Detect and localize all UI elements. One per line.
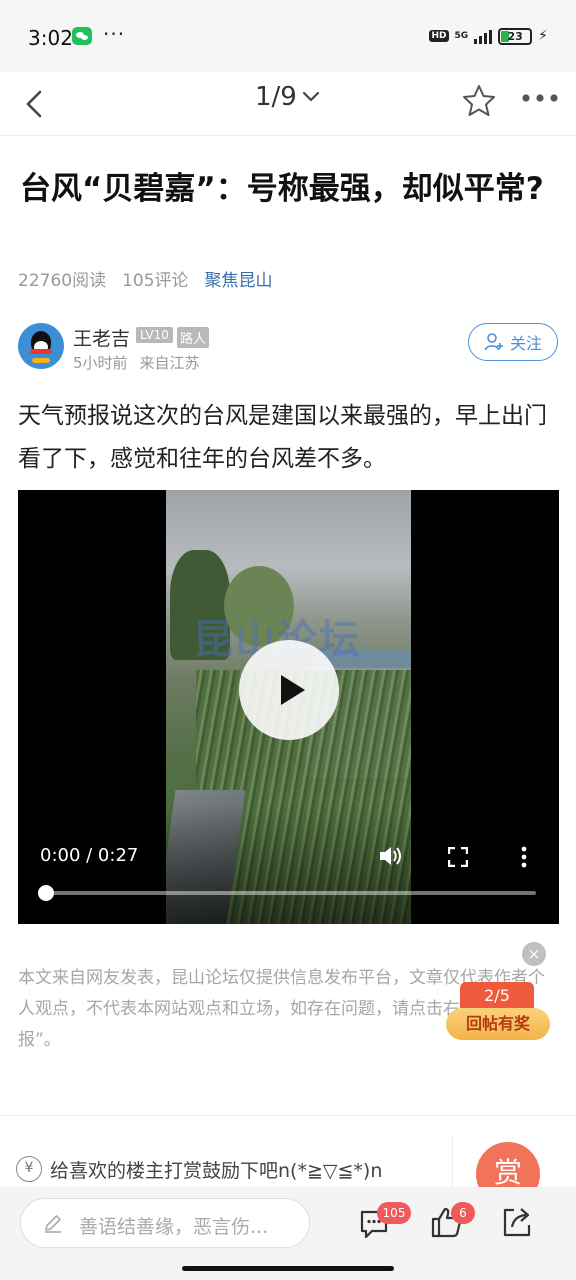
wechat-notification-icon — [72, 27, 92, 45]
like-badge: 6 — [451, 1202, 475, 1224]
hd-icon: HD — [429, 30, 449, 42]
post-meta: 22760阅读 105评论 聚焦昆山 — [18, 266, 273, 291]
favorite-star-icon[interactable] — [460, 82, 498, 120]
post-time: 5小时前 — [73, 354, 128, 372]
role-badge: 路人 — [177, 327, 210, 348]
follow-button[interactable]: 关注 — [468, 323, 558, 361]
video-menu-icon[interactable] — [520, 846, 528, 868]
bottom-action-bar: 善语结善缘，恶言伤... 105 6 — [0, 1187, 576, 1280]
chevron-down-icon — [302, 91, 319, 102]
video-progress-thumb[interactable] — [38, 885, 54, 901]
home-indicator[interactable] — [182, 1266, 394, 1271]
more-notifications-icon: ··· — [103, 22, 126, 46]
author-subline: 5小时前 来自江苏 — [73, 352, 200, 373]
author-avatar[interactable] — [18, 323, 64, 369]
comment-count: 105评论 — [122, 271, 189, 291]
volume-icon[interactable] — [378, 844, 404, 868]
add-user-icon — [484, 333, 503, 351]
share-icon[interactable] — [500, 1205, 534, 1239]
back-arrow-icon[interactable] — [18, 86, 54, 122]
status-time: 3:02 — [28, 26, 73, 50]
video-player[interactable]: 昆山论坛 0:00 / 0:27 — [18, 490, 559, 924]
fullscreen-icon[interactable] — [448, 847, 468, 867]
play-button[interactable] — [239, 640, 339, 740]
comments-badge: 105 — [377, 1202, 411, 1224]
network-type: 5G — [454, 30, 469, 41]
author-name[interactable]: 王老吉 — [73, 324, 130, 351]
comment-input[interactable]: 善语结善缘，恶言伤... — [20, 1198, 310, 1248]
signal-icon — [474, 28, 493, 44]
comment-placeholder: 善语结善缘，恶言伤... — [79, 1216, 269, 1238]
more-options-icon[interactable] — [518, 86, 562, 110]
post-title: 台风“贝碧嘉”：号称最强，却似平常? — [20, 171, 544, 207]
reply-reward-label[interactable]: 回帖有奖 — [446, 1008, 550, 1040]
battery-icon: 23 — [498, 27, 533, 45]
reward-progress: 2/5 — [460, 982, 534, 1010]
level-badge: LV10 — [136, 327, 173, 343]
page-indicator-dropdown[interactable]: 1/9 — [255, 82, 321, 112]
status-bar: 3:02 ··· HD 5G 23 ⚡ — [0, 0, 576, 72]
tip-bar: ¥ 给喜欢的楼主打赏鼓励下吧n(*≧▽≦*)n 赏 — [0, 1132, 576, 1206]
yen-icon: ¥ — [16, 1156, 42, 1182]
status-indicators: HD 5G 23 ⚡ — [429, 24, 548, 48]
pencil-icon — [45, 1215, 61, 1233]
author-row: 王老吉 LV10 路人 5小时前 来自江苏 关注 — [18, 321, 558, 377]
post-location: 来自江苏 — [139, 354, 200, 372]
tip-prompt: 给喜欢的楼主打赏鼓励下吧n(*≧▽≦*)n — [50, 1160, 383, 1182]
charging-icon: ⚡ — [538, 28, 548, 44]
video-progress-bar[interactable] — [46, 891, 536, 895]
divider — [0, 1115, 576, 1116]
forum-link[interactable]: 聚焦昆山 — [205, 266, 273, 291]
read-count: 22760阅读 — [18, 271, 107, 291]
follow-label: 关注 — [509, 334, 542, 353]
reply-reward-widget[interactable]: × 2/5 回帖有奖 — [446, 942, 558, 1042]
page-indicator-label: 1/9 — [255, 82, 297, 112]
divider — [452, 1137, 453, 1189]
video-time: 0:00 / 0:27 — [40, 845, 139, 866]
post-body: 天气预报说这次的台风是建国以来最强的，早上出门看了下，感觉和往年的台风差不多。 — [18, 403, 547, 472]
close-icon[interactable]: × — [522, 942, 546, 966]
top-nav-bar: 1/9 — [0, 72, 576, 136]
battery-level: 23 — [507, 29, 523, 43]
